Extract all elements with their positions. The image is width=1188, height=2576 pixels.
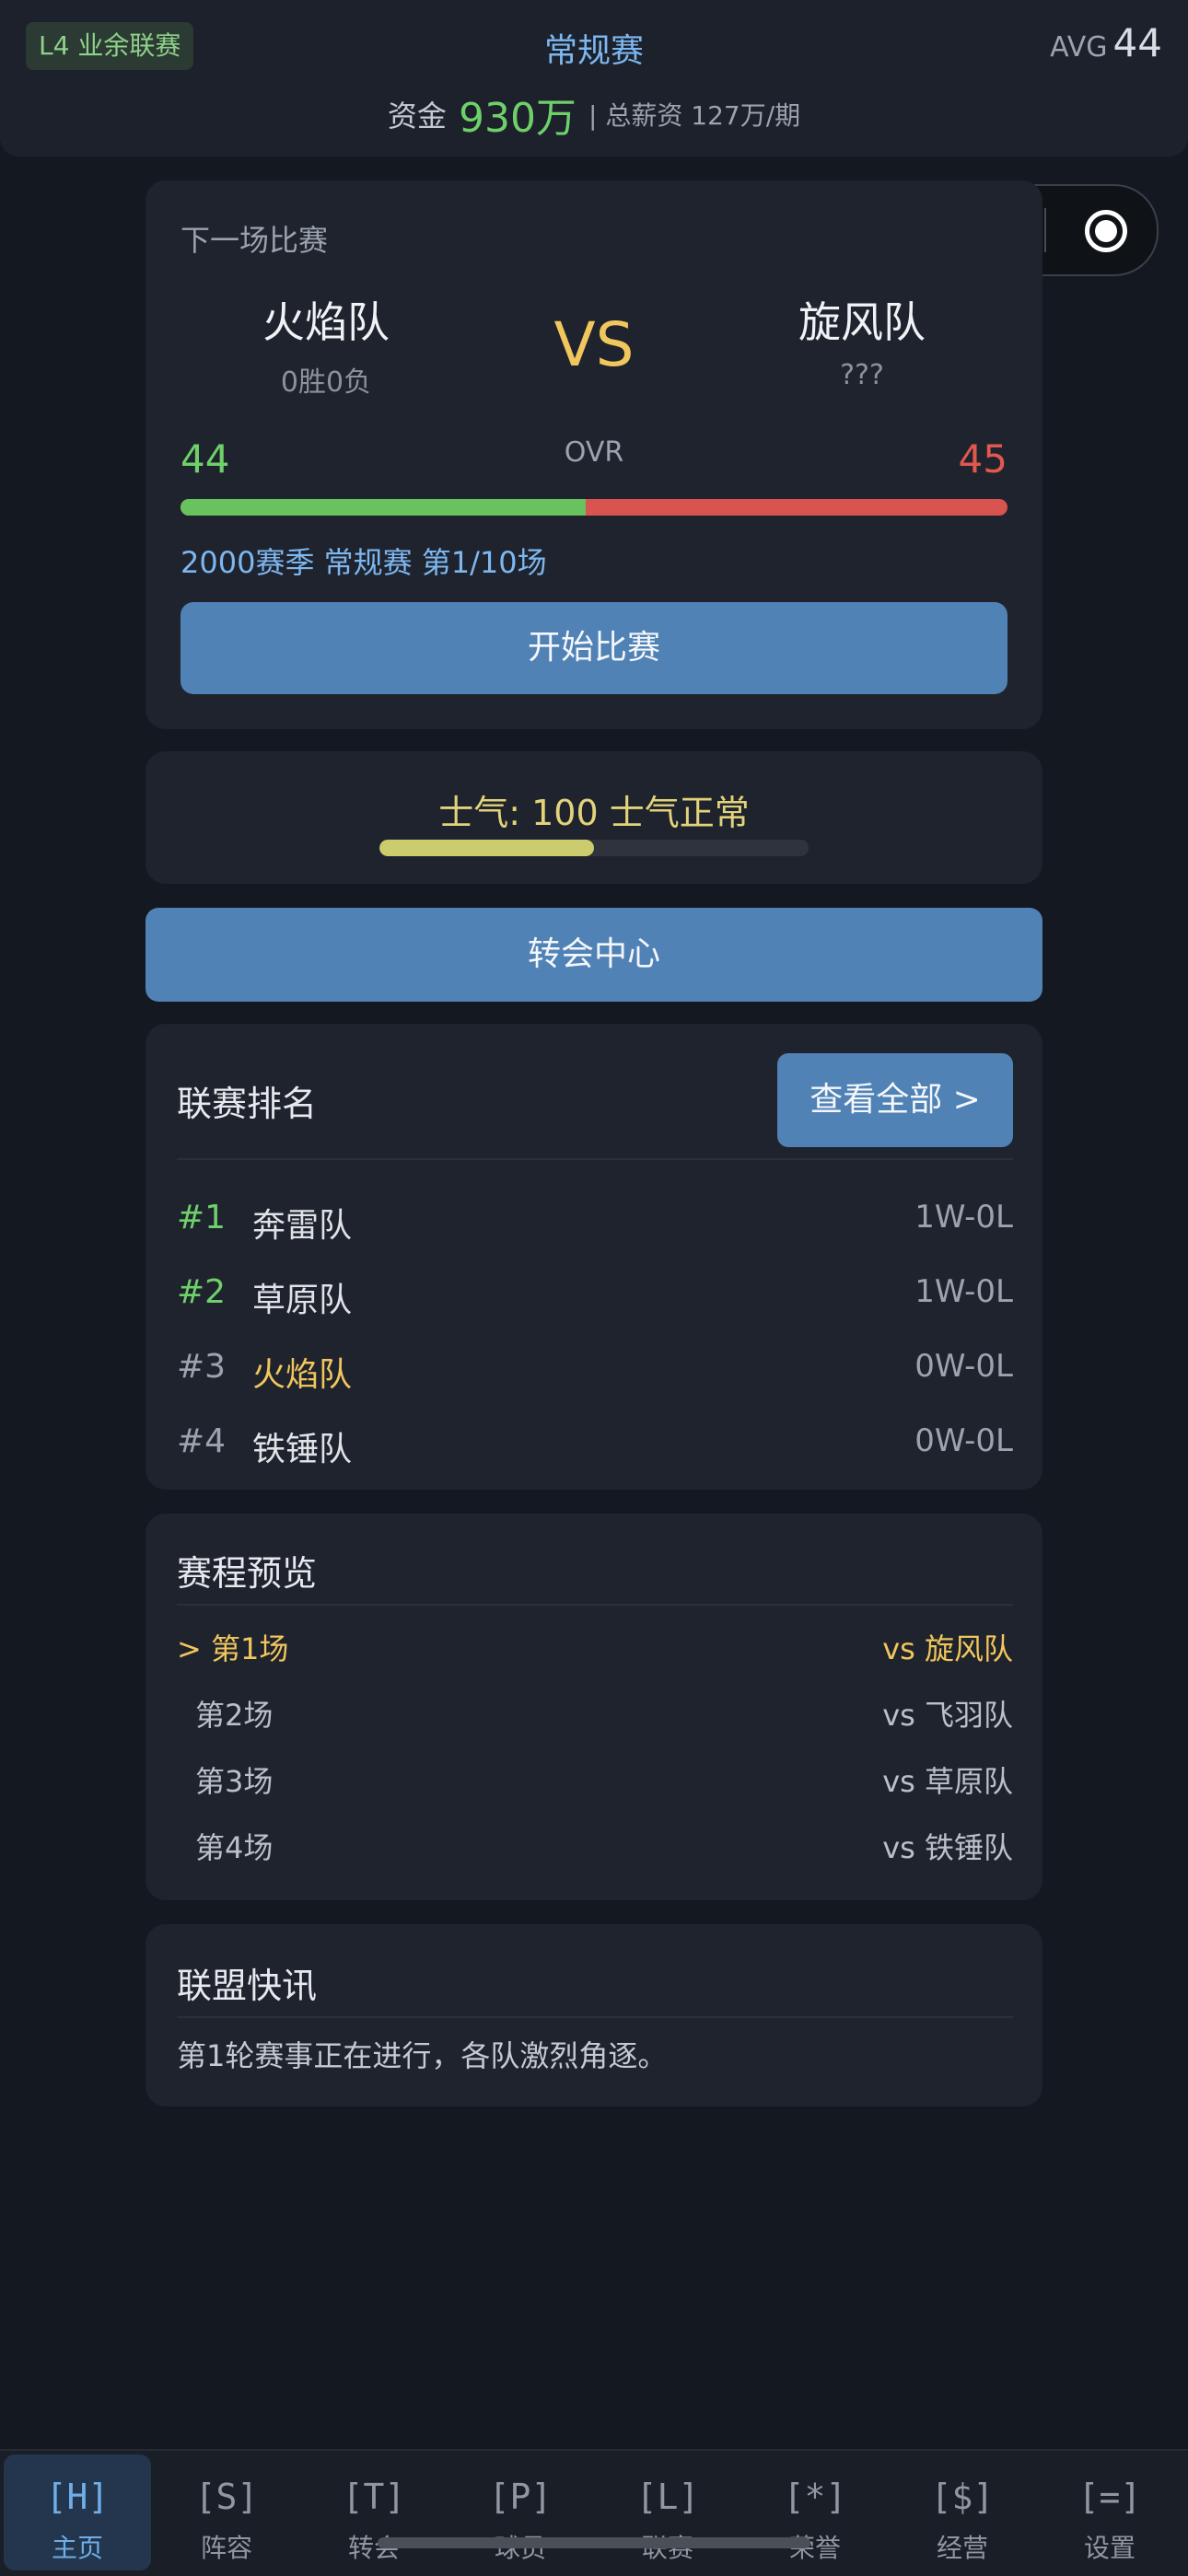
schedule-opponent: vs 草原队: [882, 1764, 1013, 1799]
schedule-round: > 第1场: [177, 1631, 289, 1666]
honors-icon: [*]: [783, 2477, 847, 2517]
schedule-divider: [177, 1604, 1013, 1606]
finance-summary: 资金 930万 | 总薪资 127万/期: [0, 85, 1188, 144]
start-match-button[interactable]: 开始比赛: [181, 602, 1007, 694]
tab-home[interactable]: [H] 主页: [4, 2454, 151, 2570]
tab-label: 设置: [1083, 2533, 1136, 2563]
rank-position: #4: [177, 1422, 227, 1460]
money-value: 930万: [458, 95, 577, 142]
morale-bar: [379, 840, 809, 856]
tab-business[interactable]: [$] 经营: [889, 2454, 1036, 2570]
rank-team-name: 火焰队: [252, 1356, 353, 1394]
standings-divider: [177, 1158, 1013, 1160]
players-icon: [P]: [488, 2477, 553, 2517]
standings-row: #2 草原队 1W-0L: [177, 1264, 1013, 1319]
bottom-tab-bar: [H] 主页 [S] 阵容 [T] 转会 [P] 球员 [L] 联赛 [*] 荣…: [0, 2449, 1188, 2576]
total-salary: | 总薪资 127万/期: [588, 100, 801, 131]
tab-honors[interactable]: [*] 荣誉: [741, 2454, 889, 2570]
rank-team-name: 铁锤队: [252, 1431, 353, 1468]
schedule-round: 第3场: [195, 1764, 274, 1799]
standings-title: 联赛排名: [177, 1084, 318, 1124]
rank-position: #2: [177, 1273, 227, 1311]
rank-record: 1W-0L: [914, 1273, 1013, 1310]
morale-bar-fill: [379, 840, 594, 856]
away-team: 旋风队 ???: [724, 289, 1000, 391]
transfer-center-button[interactable]: 转会中心: [146, 908, 1042, 1002]
tab-label: 阵容: [200, 2533, 252, 2563]
league-standings-card: 联赛排名 查看全部 > #1 奔雷队 1W-0L #2 草原队 1W-0L #3…: [146, 1024, 1042, 1490]
rank-record: 0W-0L: [914, 1348, 1013, 1385]
avg-label: AVG: [1050, 31, 1108, 64]
tab-label: 主页: [51, 2533, 103, 2563]
next-match-card: 下一场比赛 火焰队 0胜0负 VS 旋风队 ??? 44 OVR 45 2000…: [146, 180, 1042, 729]
news-title: 联盟快讯: [177, 1966, 318, 2006]
rank-record: 1W-0L: [914, 1199, 1013, 1236]
schedule-row: 第4场 vs 铁锤队: [177, 1817, 1013, 1869]
standings-row-own-team: #3 火焰队 0W-0L: [177, 1339, 1013, 1394]
schedule-opponent: vs 旋风队: [882, 1631, 1013, 1666]
away-team-record: ???: [840, 359, 884, 391]
schedule-opponent: vs 飞羽队: [882, 1698, 1013, 1733]
schedule-preview-card: 赛程预览 > 第1场 vs 旋风队 第2场 vs 飞羽队 第3场 vs 草原队 …: [146, 1514, 1042, 1900]
close-miniprogram-icon[interactable]: [1046, 186, 1157, 274]
league-news-card: 联盟快讯 第1轮赛事正在进行，各队激烈角逐。: [146, 1924, 1042, 2106]
away-team-name: 旋风队: [798, 297, 926, 347]
settings-icon: [=]: [1077, 2477, 1142, 2517]
tab-settings[interactable]: [=] 设置: [1036, 2454, 1183, 2570]
money-label: 资金: [387, 99, 447, 133]
rank-team-name: 奔雷队: [252, 1207, 353, 1245]
schedule-row: 第3场 vs 草原队: [177, 1751, 1013, 1803]
tab-league[interactable]: [L] 联赛: [594, 2454, 741, 2570]
view-all-standings-button[interactable]: 查看全部 >: [777, 1053, 1013, 1147]
season-round-info: 2000赛季 常规赛 第1/10场: [181, 545, 547, 580]
rank-position: #3: [177, 1348, 227, 1386]
schedule-opponent: vs 铁锤队: [882, 1830, 1013, 1865]
transfer-icon: [T]: [342, 2477, 406, 2517]
ovr-comparison-bar: [181, 499, 1007, 516]
schedule-title: 赛程预览: [177, 1553, 318, 1594]
news-text: 第1轮赛事正在进行，各队激烈角逐。: [177, 2038, 668, 2073]
top-status-bar: L4 业余联赛 常规赛 AVG 44 资金 930万 | 总薪资 127万/期: [0, 0, 1188, 157]
schedule-round: 第2场: [195, 1698, 274, 1733]
standings-row: #1 奔雷队 1W-0L: [177, 1189, 1013, 1245]
home-icon: [H]: [45, 2477, 110, 2517]
rank-position: #1: [177, 1199, 227, 1236]
away-ovr: 45: [958, 436, 1007, 482]
business-icon: [$]: [930, 2477, 995, 2517]
morale-status: 士气: 100 士气正常: [438, 793, 750, 833]
home-indicator[interactable]: [378, 2537, 810, 2548]
morale-card: 士气: 100 士气正常: [146, 751, 1042, 884]
season-phase-title: 常规赛: [543, 32, 644, 70]
news-divider: [177, 2016, 1013, 2018]
schedule-row-current: > 第1场 vs 旋风队: [177, 1619, 1013, 1670]
tab-label: 经营: [936, 2533, 988, 2563]
home-ovr-fill: [181, 499, 587, 516]
league-icon: [L]: [635, 2477, 700, 2517]
ovr-label: OVR: [564, 436, 624, 469]
standings-row: #4 铁锤队 0W-0L: [177, 1413, 1013, 1468]
avg-value: 44: [1112, 20, 1162, 65]
tab-squad[interactable]: [S] 阵容: [153, 2454, 300, 2570]
team-average-rating: AVG 44: [1050, 20, 1162, 65]
rank-team-name: 草原队: [252, 1282, 353, 1319]
tab-transfer[interactable]: [T] 转会: [300, 2454, 448, 2570]
rank-record: 0W-0L: [914, 1422, 1013, 1459]
schedule-round: 第4场: [195, 1830, 274, 1865]
tab-players[interactable]: [P] 球员: [447, 2454, 594, 2570]
schedule-row: 第2场 vs 飞羽队: [177, 1685, 1013, 1736]
next-match-title: 下一场比赛: [181, 223, 329, 258]
squad-icon: [S]: [194, 2477, 259, 2517]
